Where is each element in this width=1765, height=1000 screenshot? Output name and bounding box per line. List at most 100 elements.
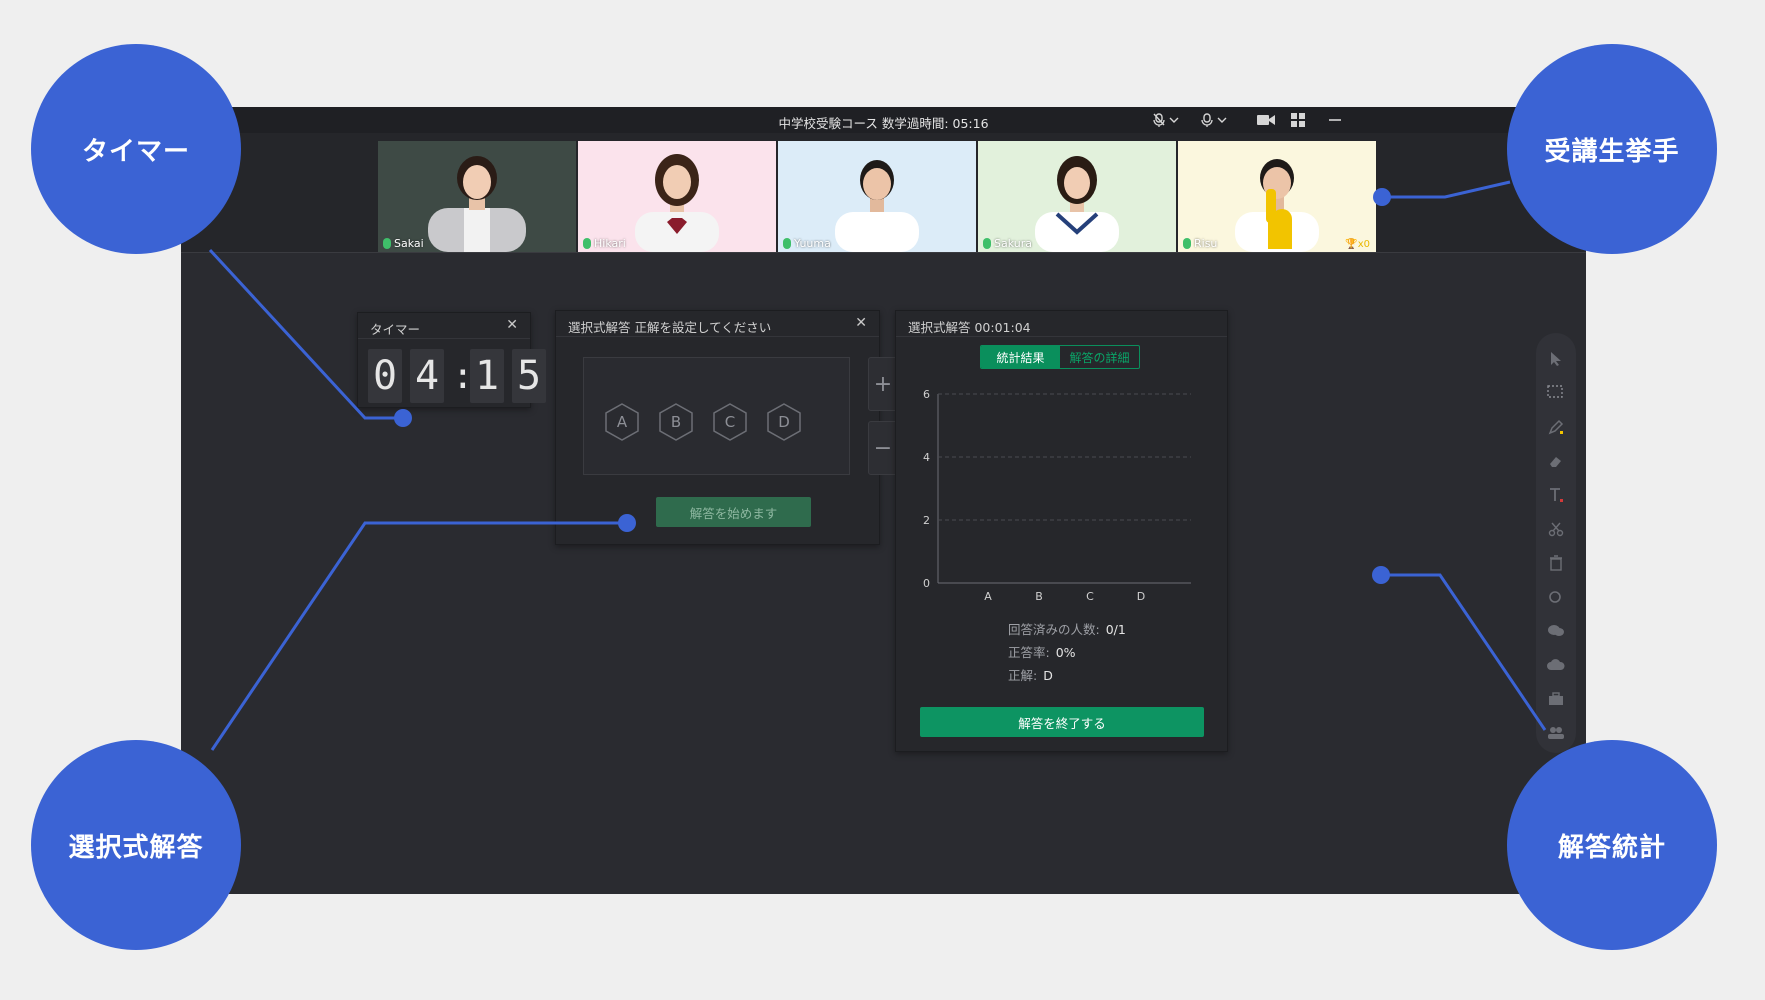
teacher-avatar	[428, 156, 526, 252]
timer-digit: 5	[512, 349, 546, 403]
scissors-icon	[1548, 522, 1564, 537]
mic-on-icon	[783, 238, 791, 249]
layout-button[interactable]	[1291, 111, 1305, 129]
option-a[interactable]: A	[602, 402, 642, 442]
correct-label: 正解:	[1008, 668, 1038, 683]
option-d[interactable]: D	[764, 402, 804, 442]
pen-icon	[1548, 419, 1564, 435]
cursor-icon	[1551, 352, 1561, 366]
student-avatar	[635, 154, 719, 252]
eraser-tool[interactable]	[1536, 449, 1576, 473]
timer-digit: 0	[368, 349, 402, 403]
statistics-title: 選択式解答 00:01:04	[908, 320, 1031, 335]
close-icon[interactable]: ✕	[855, 316, 867, 330]
result-tabs: 統計結果 解答の詳細	[980, 345, 1140, 369]
minimize-icon	[1329, 119, 1341, 121]
trophy-badge: 🏆x0	[1345, 239, 1370, 250]
mute-all-control[interactable]	[1153, 111, 1179, 129]
text-tool[interactable]	[1536, 483, 1576, 507]
video-tile-student[interactable]: Sakura	[978, 141, 1176, 252]
video-tile-student-raised-hand[interactable]: Risu 🏆x0	[1178, 141, 1376, 252]
option-label: D	[778, 413, 790, 431]
title-bar: 中学校受験コース 数学過時間: 05:16	[181, 107, 1586, 133]
timer-title: タイマー	[370, 322, 421, 337]
users-tool[interactable]	[1536, 721, 1576, 745]
mic-on-icon	[583, 238, 591, 249]
raised-hand-icon	[1266, 189, 1292, 249]
timer-header: タイマー ✕	[358, 313, 530, 339]
remove-option-button[interactable]: −	[868, 421, 898, 475]
participant-name: Risu	[1183, 237, 1217, 250]
timer-digit: 1	[470, 349, 504, 403]
participant-name: Sakai	[383, 237, 424, 250]
toolbox-icon	[1549, 692, 1563, 705]
option-b[interactable]: B	[656, 402, 696, 442]
chevron-down-icon	[1169, 117, 1179, 123]
participant-name: Yuuma	[783, 237, 831, 250]
window-title: 中学校受験コース 数学過時間: 05:16	[778, 116, 989, 131]
camera-button[interactable]	[1257, 111, 1275, 129]
camera-icon	[1257, 115, 1275, 125]
answered-value: 0/1	[1105, 622, 1126, 637]
tab-statistics[interactable]: 統計結果	[981, 346, 1060, 368]
multiple-choice-header: 選択式解答 正解を設定してください ✕	[556, 311, 879, 337]
multiple-choice-panel: 選択式解答 正解を設定してください ✕ A B C D + − 解答を始めます	[555, 310, 898, 545]
statistics-header: 選択式解答 00:01:04	[896, 311, 1227, 337]
participant-name: Hikari	[583, 237, 626, 250]
x-tick-label: B	[1035, 590, 1043, 603]
close-icon[interactable]: ✕	[506, 318, 518, 332]
select-tool[interactable]	[1536, 347, 1576, 371]
mic-icon	[1201, 113, 1213, 127]
student-avatar	[1035, 156, 1119, 252]
mic-control[interactable]	[1201, 111, 1227, 129]
marquee-tool[interactable]	[1536, 381, 1576, 405]
callout-multiple-choice: 選択式解答	[31, 740, 241, 950]
video-tile-student[interactable]: Yuuma	[778, 141, 976, 252]
correct-value: D	[1043, 668, 1053, 683]
add-option-button[interactable]: +	[868, 357, 898, 411]
option-c[interactable]: C	[710, 402, 750, 442]
timer-panel: タイマー ✕ 0 4 : 1 5	[357, 312, 546, 408]
student-avatar	[835, 160, 919, 252]
chevron-down-icon	[1217, 117, 1227, 123]
y-tick-label: 0	[923, 577, 930, 590]
classroom-window: 中学校受験コース 数学過時間: 05:16 Sakai Hikari Yuuma…	[181, 107, 1586, 894]
y-tick-label: 2	[923, 514, 930, 527]
mic-on-icon	[983, 238, 991, 249]
answered-label: 回答済みの人数:	[1008, 622, 1100, 637]
x-tick-label: D	[1137, 590, 1145, 603]
answered-count: 回答済みの人数: 0/1	[1008, 619, 1126, 638]
scissors-tool[interactable]	[1536, 517, 1576, 541]
video-tile-teacher[interactable]: Sakai	[378, 141, 576, 252]
video-tile-student[interactable]: Hikari	[578, 141, 776, 252]
answer-statistics-panel: 選択式解答 00:01:04 統計結果 解答の詳細 0 2 4 6 A B C D 回答済みの…	[895, 310, 1228, 752]
tab-details[interactable]: 解答の詳細	[1060, 346, 1139, 368]
chat-tool[interactable]	[1536, 619, 1576, 643]
pen-tool[interactable]	[1536, 415, 1576, 439]
mic-on-icon	[1183, 238, 1191, 249]
end-answer-button[interactable]: 解答を終了する	[920, 707, 1204, 737]
video-strip: Sakai Hikari Yuuma Sakura Risu 🏆x0	[181, 133, 1586, 253]
cloud-icon	[1547, 659, 1565, 670]
cloud-tool[interactable]	[1536, 653, 1576, 677]
accuracy-rate: 正答率: 0%	[1008, 642, 1076, 661]
whiteboard-toolbar	[1536, 333, 1576, 753]
timer-display: 0 4 : 1 5	[368, 349, 546, 403]
y-tick-label: 6	[923, 388, 930, 401]
callout-timer: タイマー	[31, 44, 241, 254]
multiple-choice-title: 選択式解答 正解を設定してください	[568, 320, 772, 335]
accuracy-value: 0%	[1055, 645, 1076, 660]
option-label: B	[670, 413, 682, 431]
option-label: C	[724, 413, 736, 431]
x-tick-label: A	[984, 590, 992, 603]
correct-answer: 正解: D	[1008, 665, 1053, 684]
chat-icon	[1548, 625, 1564, 636]
start-answer-button[interactable]: 解答を始めます	[656, 497, 811, 527]
mic-off-icon	[1153, 113, 1165, 127]
users-icon	[1548, 727, 1564, 739]
timer-digit: 4	[410, 349, 444, 403]
toolbox-tool[interactable]	[1536, 687, 1576, 711]
shape-tool[interactable]	[1536, 585, 1576, 609]
delete-tool[interactable]	[1536, 551, 1576, 575]
minimize-button[interactable]	[1329, 111, 1341, 129]
